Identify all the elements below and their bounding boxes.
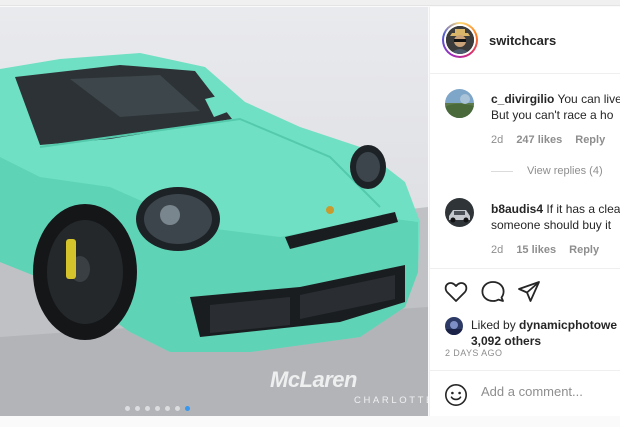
watermark-logo: McLaren [270,367,357,392]
commenter-avatar[interactable] [445,198,474,227]
post-header: switchcars [430,7,620,74]
comment-body-line2: But you can't race a ho [491,108,614,122]
liked-by-line: Liked by dynamicphotowe [471,318,617,332]
liked-by-user[interactable]: dynamicphotowe [519,318,617,332]
comment-username[interactable]: b8audis4 [491,202,543,216]
speech-bubble-icon[interactable] [480,279,506,305]
carousel-dot-active [185,406,190,411]
author-username[interactable]: switchcars [489,33,556,48]
reply-button[interactable]: Reply [569,244,599,256]
view-replies-label: View replies (4) [527,165,603,177]
carousel-dot [135,406,140,411]
comment-age: 2d [491,244,504,256]
carousel-dot [145,406,150,411]
comment-body-line1: If it has a clea [546,202,620,216]
view-replies-link[interactable]: View replies (4) [491,165,603,177]
post-photo[interactable]: McLaren CHARLOTTE [0,7,428,416]
divider-line [491,170,513,172]
carousel-dot [165,406,170,411]
carousel-dot [125,406,130,411]
post-actions: Liked by dynamicphotowe 3,092 others [430,268,620,348]
comment-username[interactable]: c_divirgilio [491,92,554,106]
post-timestamp[interactable]: 2 DAYS AGO [445,348,502,358]
comment-likes[interactable]: 247 likes [516,134,562,146]
car-illustration [0,53,428,416]
comment-text: b8audis4 If it has a clea [491,201,620,217]
post-side-panel: switchcars c_divirgilio You can live But… [429,7,620,416]
carousel-indicator [125,406,190,411]
comment-text: c_divirgilio You can live [491,91,620,107]
app-frame: McLaren CHARLOTTE switchcars c_divirgili… [0,0,620,427]
author-avatar[interactable] [442,22,478,58]
add-comment-input[interactable] [481,384,619,399]
comment-body-line2: someone should buy it [491,218,612,232]
heart-icon[interactable] [443,279,469,305]
watermark-location: CHARLOTTE [354,395,428,406]
carousel-dot [175,406,180,411]
commenter-avatar[interactable] [445,89,474,118]
smiley-icon[interactable] [444,383,468,407]
carousel-dot [155,406,160,411]
comment-meta: 2d 15 likes Reply [491,244,599,256]
liked-by-prefix: Liked by [471,318,516,332]
comment-likes[interactable]: 15 likes [516,244,556,256]
add-comment-bar [430,370,620,416]
likes-count[interactable]: 3,092 others [471,334,541,348]
comment-body-line1: You can live [557,92,620,106]
comment-age: 2d [491,134,504,146]
liker-avatar[interactable] [445,317,463,335]
paper-plane-icon[interactable] [516,279,542,305]
top-border [0,0,620,6]
reply-button[interactable]: Reply [575,134,605,146]
comment-meta: 2d 247 likes Reply [491,134,605,146]
